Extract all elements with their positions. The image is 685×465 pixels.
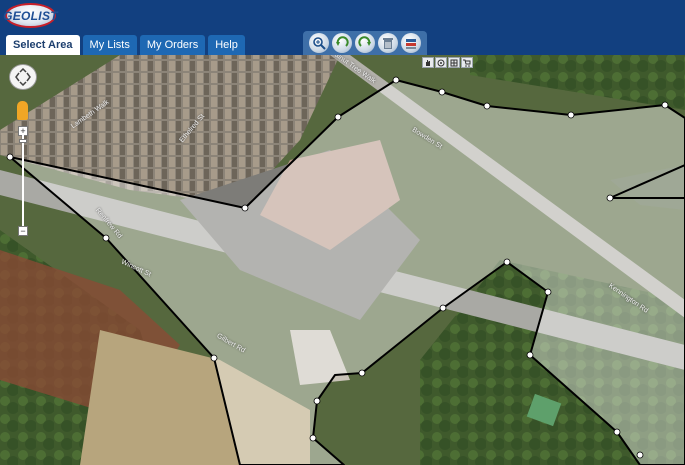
geolist-logo[interactable]: GEOLIST	[3, 3, 58, 28]
street-view-pegman-icon[interactable]	[17, 101, 28, 120]
tab-select-area[interactable]: Select Area	[6, 35, 80, 55]
zoom-out-button[interactable]: −	[18, 226, 28, 236]
target-icon[interactable]	[435, 57, 447, 68]
undo-icon[interactable]	[331, 33, 352, 53]
redo-icon[interactable]	[354, 33, 375, 53]
map-toolbar	[303, 31, 427, 55]
tab-my-lists[interactable]: My Lists	[82, 35, 137, 55]
pan-control[interactable]	[9, 64, 37, 90]
stack-icon[interactable]	[401, 33, 422, 53]
hand-icon[interactable]	[422, 57, 434, 68]
map-view[interactable]: Lambeth Walk Ethelred St Wincott St Gilb…	[0, 55, 685, 465]
grid-icon[interactable]	[448, 57, 460, 68]
app-header: GEOLIST Select Area My Lists My Orders H…	[0, 0, 685, 55]
pan-arrows-icon	[15, 68, 31, 86]
zoom-icon[interactable]	[308, 33, 329, 53]
zoom-slider-track[interactable]	[22, 134, 24, 226]
logo-text: GEOLIST	[3, 8, 58, 23]
main-tabs: Select Area My Lists My Orders Help	[6, 35, 245, 55]
tab-my-orders[interactable]: My Orders	[139, 35, 206, 55]
aerial-map[interactable]	[0, 55, 685, 465]
delete-icon[interactable]	[378, 33, 399, 53]
map-mini-toolbar	[422, 57, 473, 68]
cart-icon[interactable]	[461, 57, 473, 68]
zoom-slider-thumb[interactable]	[19, 139, 27, 143]
tab-help[interactable]: Help	[208, 35, 245, 55]
